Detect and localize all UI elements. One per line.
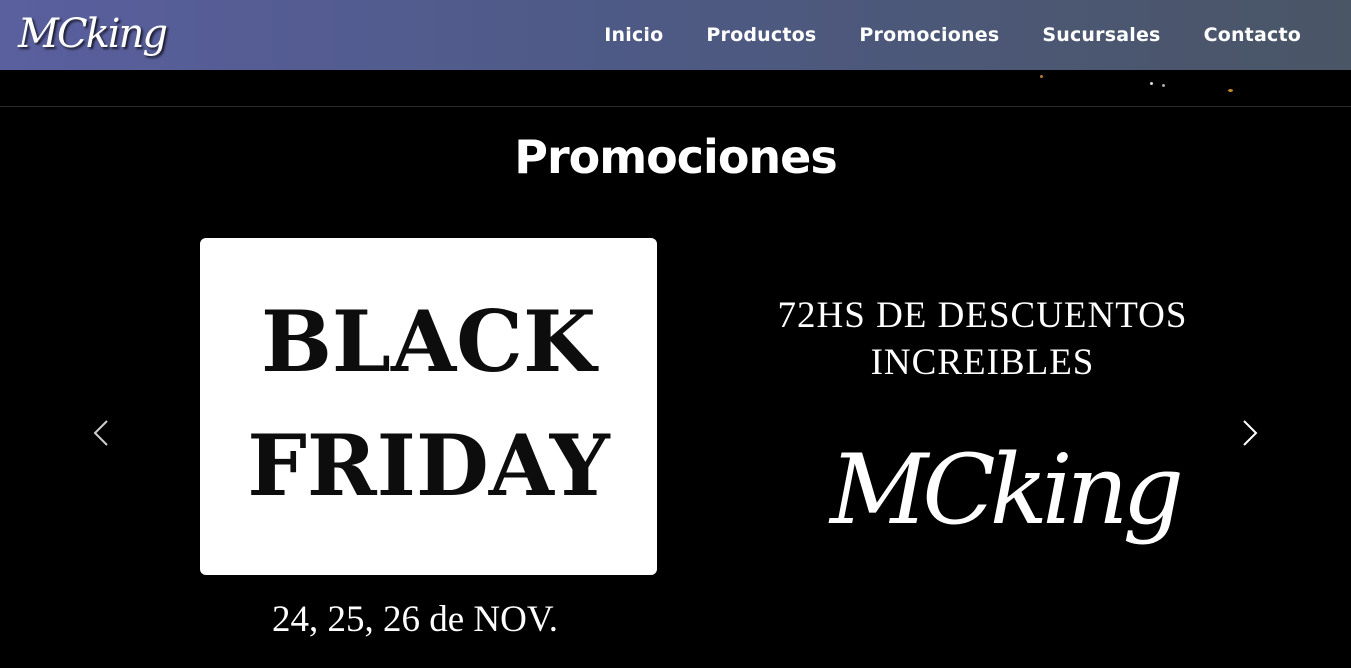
nav-link-contacto[interactable]: Contacto — [1204, 24, 1301, 46]
nav-link-promociones[interactable]: Promociones — [859, 24, 999, 46]
black-friday-banner: BLACK FRIDAY — [200, 238, 657, 575]
section-title: Promociones — [514, 130, 838, 184]
brand-logo[interactable]: MCking — [18, 4, 168, 64]
chevron-right-icon — [1243, 420, 1258, 446]
hero-strip — [0, 70, 1351, 107]
sparkle-dot — [1228, 89, 1233, 92]
chevron-left-icon — [93, 420, 108, 446]
sparkle-dot — [1150, 82, 1153, 85]
nav-link-productos[interactable]: Productos — [706, 24, 816, 46]
banner-line-friday: FRIDAY — [247, 416, 610, 515]
promo-headline-line2: INCREIBLES — [870, 342, 1095, 383]
carousel-next-button[interactable] — [1235, 413, 1265, 453]
nav-link-sucursales[interactable]: Sucursales — [1042, 24, 1160, 46]
promo-brand-logo: MCking — [830, 434, 1184, 546]
main-nav: Inicio Productos Promociones Sucursales … — [561, 0, 1301, 70]
banner-line-black: BLACK — [260, 292, 597, 391]
sparkle-dot — [1040, 75, 1043, 78]
promo-headline: 72HS DE DESCUENTOS INCREIBLES — [760, 292, 1205, 386]
sparkle-dot — [1162, 84, 1165, 87]
nav-link-inicio[interactable]: Inicio — [604, 24, 663, 46]
top-navbar: MCking Inicio Productos Promociones Sucu… — [0, 0, 1351, 70]
promo-dates: 24, 25, 26 de NOV. — [271, 599, 559, 640]
promo-headline-line1: 72HS DE DESCUENTOS — [777, 295, 1188, 336]
carousel-prev-button[interactable] — [86, 413, 116, 453]
